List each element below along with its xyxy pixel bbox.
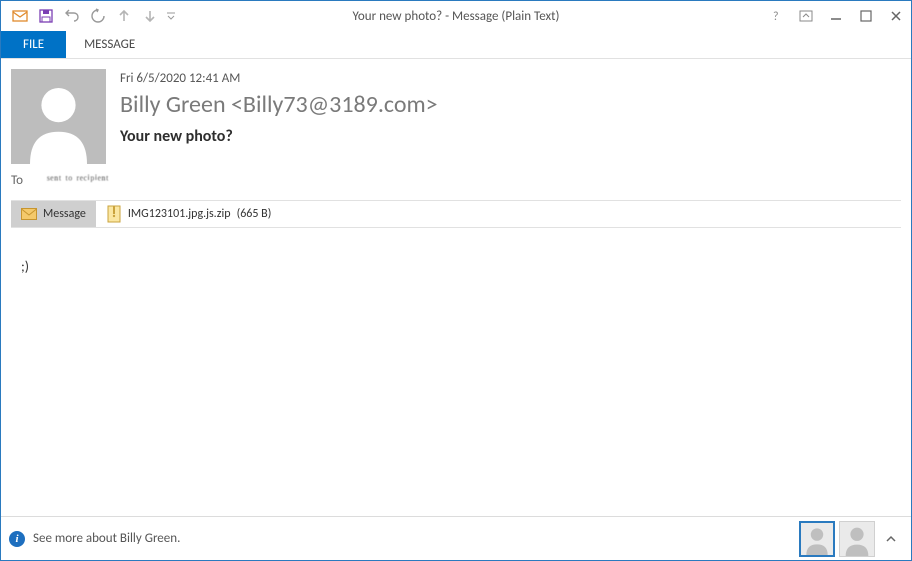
tab-file[interactable]: FILE — [1, 31, 66, 58]
contact-avatar-1[interactable] — [799, 521, 835, 557]
tab-message[interactable]: MESSAGE — [66, 31, 153, 58]
save-icon[interactable] — [33, 3, 59, 29]
maximize-button[interactable] — [851, 2, 881, 30]
undo-icon[interactable] — [59, 3, 85, 29]
message-content: Fri 6/5/2020 12:41 AM Billy Green <Billy… — [1, 59, 911, 516]
qat-customize-icon[interactable] — [163, 3, 179, 29]
info-row[interactable]: i See more about Billy Green. — [9, 531, 180, 547]
recipients-row: To ˢᵉⁿᵗ ᵗᵒ ʳᵉᶜⁱᵖⁱᵉⁿᵗ — [11, 170, 901, 190]
attachment-filename: IMG123101.jpg.js.zip — [128, 207, 231, 221]
attachment-tab-label: Message — [43, 207, 86, 221]
info-icon: i — [9, 531, 25, 547]
ribbon-tabs: FILE MESSAGE — [1, 31, 911, 59]
info-text: See more about Billy Green. — [33, 531, 180, 546]
envelope-small-icon — [21, 208, 37, 220]
svg-text:?: ? — [773, 10, 779, 23]
arrow-up-icon[interactable] — [111, 3, 137, 29]
attachment-bar: Message IMG123101.jpg.js.zip (665 B) — [11, 200, 901, 228]
ribbon-display-icon[interactable] — [791, 2, 821, 30]
people-pane-footer: i See more about Billy Green. — [1, 516, 911, 560]
zip-file-icon — [106, 205, 122, 223]
window-title: Your new photo? - Message (Plain Text) — [353, 9, 560, 24]
message-subject: Your new photo? — [120, 127, 438, 146]
sender-info: Fri 6/5/2020 12:41 AM Billy Green <Billy… — [120, 69, 438, 164]
title-bar: Your new photo? - Message (Plain Text) ? — [1, 1, 911, 31]
help-icon[interactable]: ? — [761, 2, 791, 30]
message-body[interactable]: ;) — [11, 228, 901, 516]
message-sender: Billy Green <Billy73@3189.com> — [120, 90, 438, 119]
message-date: Fri 6/5/2020 12:41 AM — [120, 71, 438, 86]
attachment-item[interactable]: IMG123101.jpg.js.zip (665 B) — [96, 201, 281, 227]
message-header: Fri 6/5/2020 12:41 AM Billy Green <Billy… — [11, 69, 901, 164]
message-body-text: ;) — [21, 258, 29, 275]
quick-access-toolbar — [1, 3, 179, 29]
footer-right — [799, 521, 903, 557]
window-controls: ? — [761, 2, 911, 30]
to-value: ˢᵉⁿᵗ ᵗᵒ ʳᵉᶜⁱᵖⁱᵉⁿᵗ — [47, 172, 109, 188]
arrow-down-icon[interactable] — [137, 3, 163, 29]
close-button[interactable] — [881, 2, 911, 30]
sender-avatar — [11, 69, 106, 164]
contact-avatar-2[interactable] — [839, 521, 875, 557]
attachment-tab-message[interactable]: Message — [11, 201, 96, 227]
minimize-button[interactable] — [821, 2, 851, 30]
redo-icon[interactable] — [85, 3, 111, 29]
expand-people-pane-icon[interactable] — [879, 521, 903, 557]
attachment-size: (665 B) — [237, 207, 272, 221]
to-label: To — [11, 173, 31, 188]
envelope-icon[interactable] — [7, 3, 33, 29]
